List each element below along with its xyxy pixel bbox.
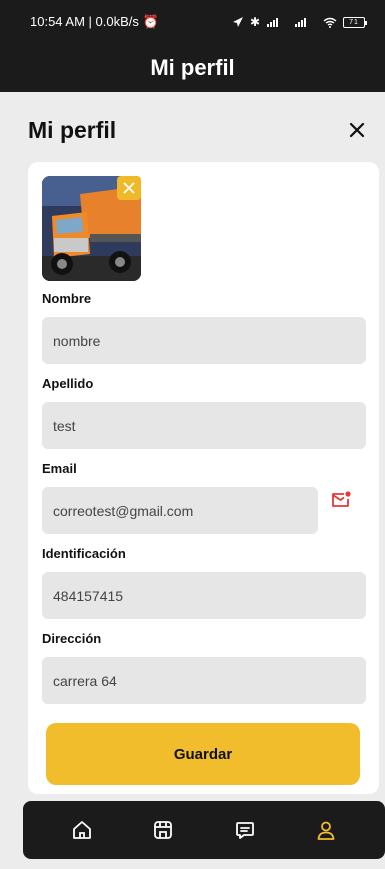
- app-title: Mi perfil: [150, 55, 235, 80]
- wifi-icon: [323, 17, 337, 28]
- location-icon: [232, 17, 243, 27]
- direccion-label: Dirección: [42, 631, 102, 646]
- close-icon: [123, 182, 135, 194]
- profile-form-card: Nombre nombre Apellido test Email correo…: [28, 162, 379, 794]
- status-icons: ✱ 71: [232, 15, 367, 29]
- battery-icon: 71: [343, 16, 367, 28]
- store-icon: [154, 821, 173, 839]
- identificacion-field[interactable]: 484157415: [42, 572, 366, 619]
- email-value: correotest@gmail.com: [53, 502, 194, 519]
- close-icon: [349, 122, 365, 138]
- status-bar: 10:54 AM | 0.0kB/s ⏰ ✱ 71: [0, 0, 385, 44]
- close-button[interactable]: [346, 119, 368, 141]
- status-time: 10:54 AM | 0.0kB/s ⏰: [30, 14, 159, 29]
- nombre-field[interactable]: nombre: [42, 317, 366, 364]
- tab-messages[interactable]: [225, 810, 265, 850]
- identificacion-value: 484157415: [53, 587, 124, 604]
- signal-icon: [267, 18, 278, 27]
- bluetooth-icon: ✱: [249, 15, 261, 29]
- email-field[interactable]: correotest@gmail.com: [42, 487, 318, 534]
- verify-email-button[interactable]: [330, 489, 352, 511]
- app-bar: Mi perfil: [0, 44, 385, 92]
- signal-icon-2: [295, 18, 306, 27]
- tab-store[interactable]: [143, 810, 183, 850]
- mail-alert-icon: [332, 491, 351, 507]
- save-button[interactable]: Guardar: [46, 723, 360, 785]
- profile-icon: [317, 821, 335, 840]
- page-header: Mi perfil: [28, 110, 368, 150]
- home-icon: [72, 821, 91, 839]
- nombre-label: Nombre: [42, 291, 92, 306]
- tab-home[interactable]: [62, 810, 102, 850]
- direccion-value: carrera 64: [53, 672, 117, 689]
- apellido-label: Apellido: [42, 376, 94, 391]
- apellido-field[interactable]: test: [42, 402, 366, 449]
- remove-photo-button[interactable]: [117, 176, 141, 200]
- bottom-tab-bar: [23, 801, 385, 859]
- identificacion-label: Identificación: [42, 546, 126, 561]
- tab-profile[interactable]: [306, 810, 346, 850]
- direccion-field[interactable]: carrera 64: [42, 657, 366, 704]
- apellido-value: test: [53, 417, 76, 434]
- chat-icon: [235, 822, 254, 839]
- nombre-value: nombre: [53, 332, 101, 349]
- save-label: Guardar: [173, 745, 233, 763]
- email-label: Email: [42, 461, 77, 476]
- page-title: Mi perfil: [28, 116, 117, 143]
